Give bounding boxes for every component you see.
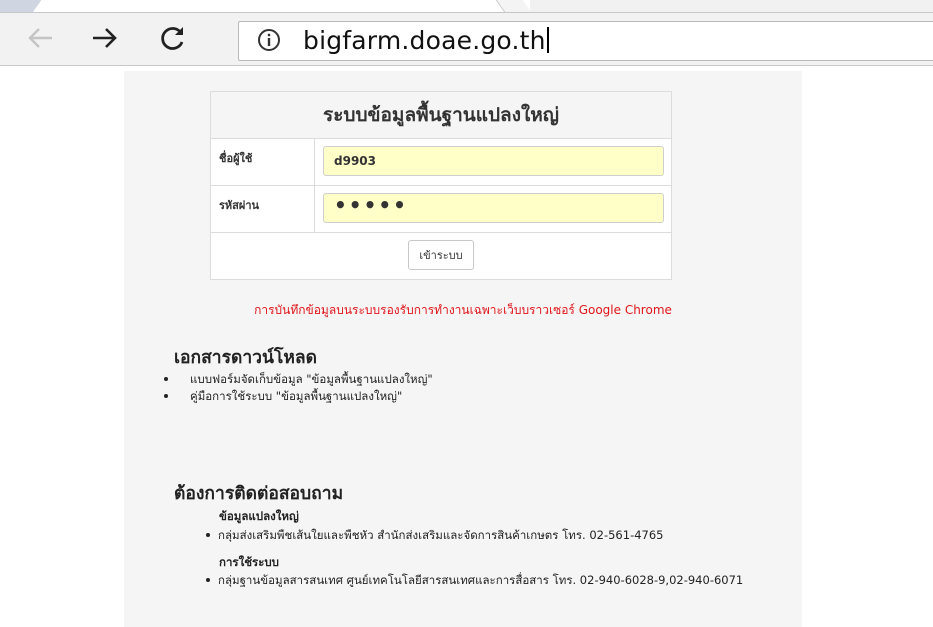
new-tab-edge[interactable] — [495, 0, 532, 12]
contact-item: กลุ่มฐานข้อมูลสารสนเทศ ศูนย์เทคโนโลยีสาร… — [206, 572, 743, 590]
contact-heading: ต้องการติดต่อสอบถาม — [174, 484, 344, 504]
back-button[interactable] — [20, 17, 60, 59]
password-input[interactable]: ••••• — [323, 193, 664, 223]
contact-group-title: การใช้ระบบ — [219, 555, 279, 569]
forward-button[interactable] — [85, 17, 125, 59]
password-row: รหัสผ่าน ••••• — [211, 186, 671, 233]
contact-group-title: ข้อมูลแปลงใหญ่ — [219, 509, 299, 523]
url-text[interactable]: bigfarm.doae.go.th — [303, 24, 549, 58]
tab-strip — [0, 0, 933, 13]
address-bar[interactable]: bigfarm.doae.go.th — [238, 21, 933, 61]
arrow-left-icon — [28, 28, 52, 48]
login-title: ระบบข้อมูลพื้นฐานแปลงใหญ่ — [211, 92, 671, 139]
url-value: bigfarm.doae.go.th — [303, 26, 546, 55]
username-label: ชื่อผู้ใช้ — [211, 139, 315, 185]
downloads-heading: เอกสารดาวน์โหลด — [174, 348, 317, 368]
tab-strip-fill — [530, 0, 933, 12]
submit-row: เข้าระบบ — [211, 233, 671, 279]
download-link-form[interactable]: แบบฟอร์มจัดเก็บข้อมูล "ข้อมูลพื้นฐานแปลง… — [164, 371, 433, 388]
login-button[interactable]: เข้าระบบ — [408, 240, 474, 270]
reload-icon — [161, 27, 184, 50]
username-input[interactable]: d9903 — [323, 146, 664, 176]
active-tab-edge[interactable] — [0, 0, 48, 12]
browser-notice: การบันทึกข้อมูลบนระบบรองรับการทำงานเฉพาะ… — [254, 303, 672, 317]
login-panel: ระบบข้อมูลพื้นฐานแปลงใหญ่ ชื่อผู้ใช้ d99… — [210, 91, 672, 280]
browser-toolbar: bigfarm.doae.go.th — [0, 13, 933, 66]
text-caret — [546, 27, 549, 53]
password-label: รหัสผ่าน — [211, 186, 315, 232]
contact-item: กลุ่มส่งเสริมพืชเส้นใยและพืชหัว สำนักส่ง… — [206, 527, 663, 545]
info-icon[interactable] — [257, 28, 281, 52]
download-link-manual[interactable]: คู่มือการใช้ระบบ "ข้อมูลพื้นฐานแปลงใหญ่" — [164, 388, 433, 405]
username-row: ชื่อผู้ใช้ d9903 — [211, 139, 671, 186]
downloads-list: แบบฟอร์มจัดเก็บข้อมูล "ข้อมูลพื้นฐานแปลง… — [164, 371, 433, 405]
reload-button[interactable] — [153, 17, 193, 59]
page-content: ระบบข้อมูลพื้นฐานแปลงใหญ่ ชื่อผู้ใช้ d99… — [124, 71, 802, 627]
arrow-right-icon — [93, 28, 117, 48]
